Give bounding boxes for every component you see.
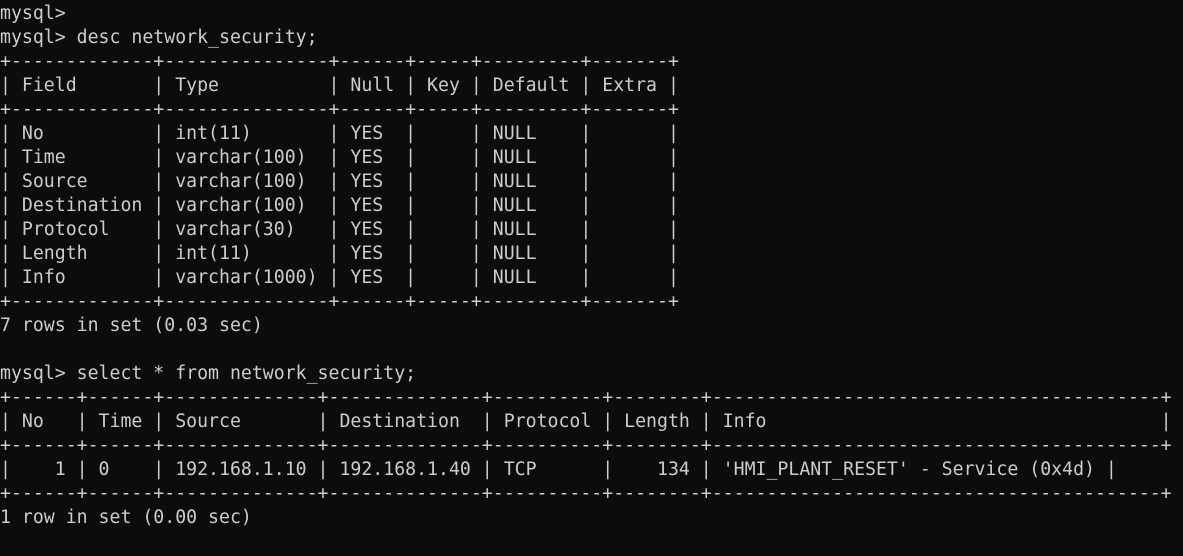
- desc-table-row: | Length | int(11) | YES | | NULL | |: [0, 243, 679, 264]
- desc-result-summary: 7 rows in set (0.03 sec): [0, 315, 263, 336]
- terminal-line-prompt-empty: mysql>: [0, 3, 66, 24]
- desc-table-row: | Source | varchar(100) | YES | | NULL |…: [0, 171, 679, 192]
- select-table-border-header: +------+------+--------------+----------…: [0, 435, 1172, 456]
- terminal-line-desc-command: mysql> desc network_security;: [0, 27, 318, 48]
- terminal-window[interactable]: mysql> mysql> desc network_security; +--…: [0, 0, 1183, 556]
- desc-table-row: | Time | varchar(100) | YES | | NULL | |: [0, 147, 679, 168]
- select-table-row: | 1 | 0 | 192.168.1.10 | 192.168.1.40 | …: [0, 459, 1117, 480]
- desc-table-border-header: +-------------+---------------+------+--…: [0, 99, 679, 120]
- select-table-border-top: +------+------+--------------+----------…: [0, 387, 1172, 408]
- select-table-border-bottom: +------+------+--------------+----------…: [0, 483, 1172, 504]
- desc-table-row: | Destination | varchar(100) | YES | | N…: [0, 195, 679, 216]
- desc-table-border-top: +-------------+---------------+------+--…: [0, 51, 679, 72]
- desc-table-row: | No | int(11) | YES | | NULL | |: [0, 123, 679, 144]
- desc-table-row: | Protocol | varchar(30) | YES | | NULL …: [0, 219, 679, 240]
- select-table-header: | No | Time | Source | Destination | Pro…: [0, 411, 1172, 432]
- desc-table-row: | Info | varchar(1000) | YES | | NULL | …: [0, 267, 679, 288]
- terminal-line-select-command: mysql> select * from network_security;: [0, 363, 417, 384]
- select-result-summary: 1 row in set (0.00 sec): [0, 507, 252, 528]
- desc-table-border-bottom: +-------------+---------------+------+--…: [0, 291, 679, 312]
- desc-table-header: | Field | Type | Null | Key | Default | …: [0, 75, 679, 96]
